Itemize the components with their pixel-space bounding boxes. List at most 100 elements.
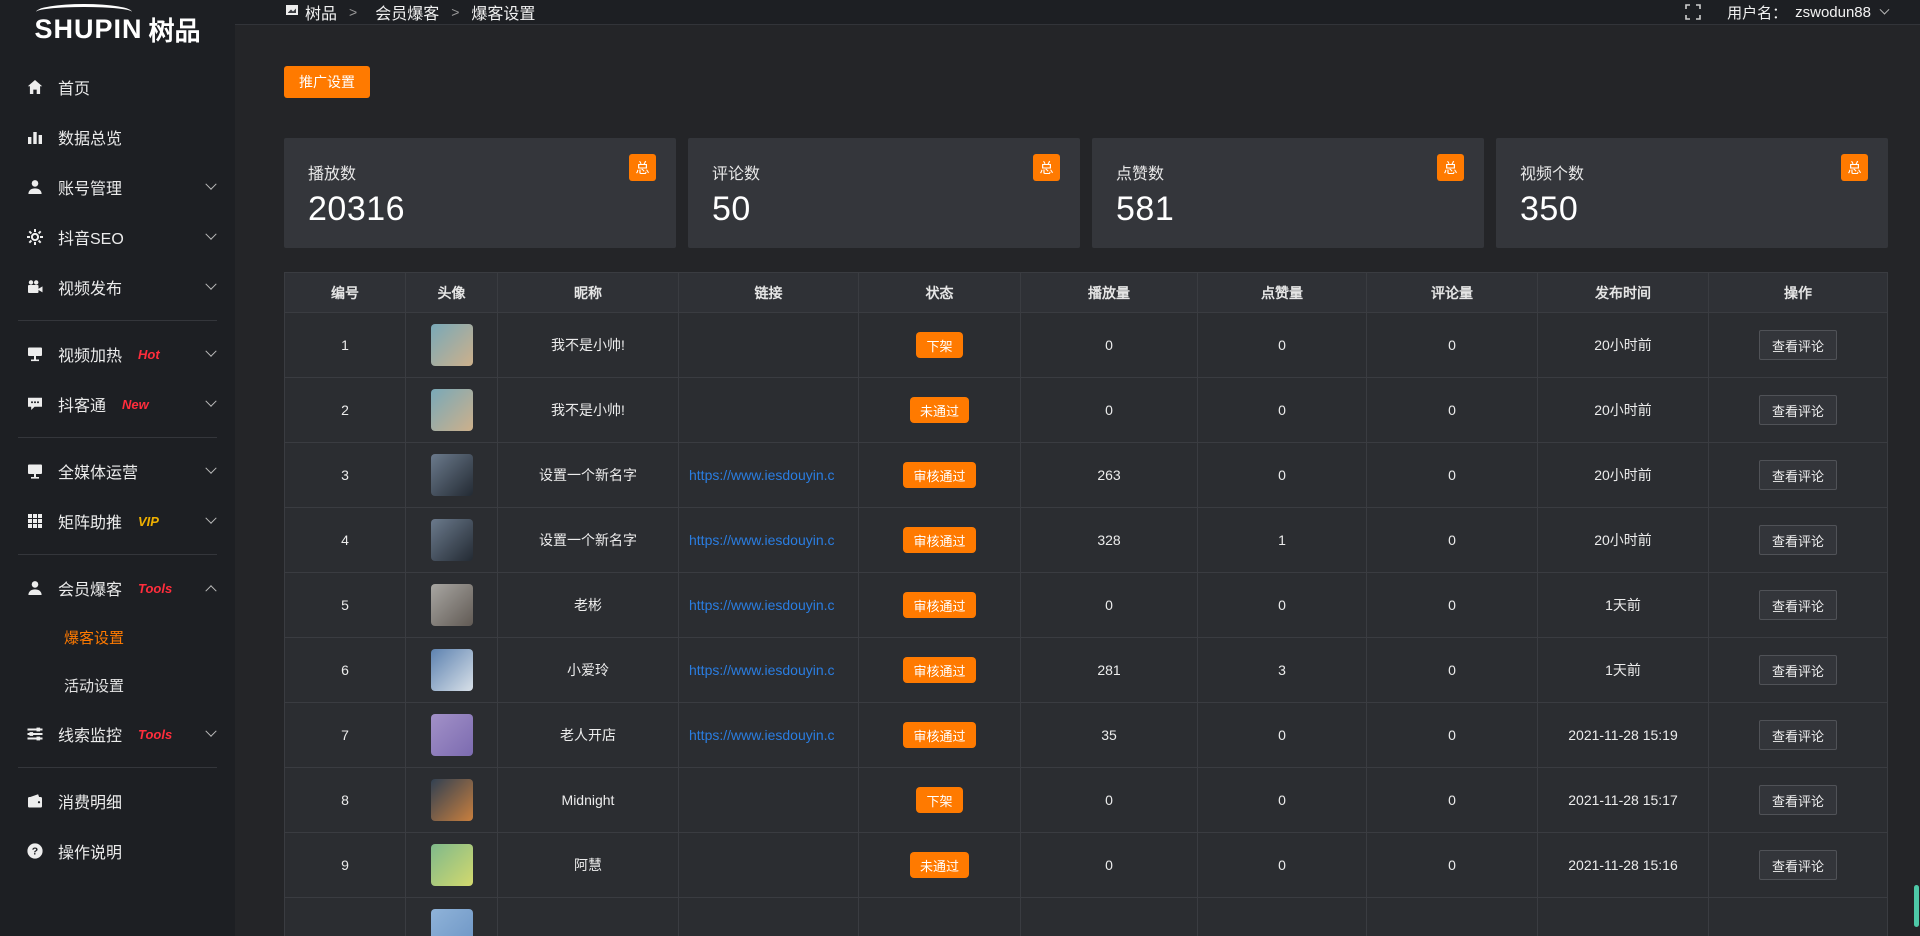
stat-value: 350 [1520,190,1868,229]
stat-value: 581 [1116,190,1464,229]
status-badge[interactable]: 下架 [916,332,962,358]
cell-comments: 0 [1367,378,1538,442]
cell-likes: 0 [1198,313,1367,377]
sidebar-item-account-management[interactable]: 账号管理 [0,162,235,212]
sidebar-item-consumption-detail[interactable]: 消费明细 [0,776,235,826]
table-row: 9阿慧未通过0002021-11-28 15:16查看评论 [285,832,1887,897]
cell-id [285,898,406,936]
sidebar-item-video-heating[interactable]: 视频加热Hot [0,329,235,379]
view-comments-button[interactable]: 查看评论 [1759,460,1837,490]
stat-label: 视频个数 [1520,160,1868,184]
sidebar-subitem-activity-settings[interactable]: 活动设置 [0,661,235,709]
video-link[interactable]: https://www.iesdouyin.c [689,662,835,678]
cell-plays: 281 [1021,638,1198,702]
cell-likes: 1 [1198,508,1367,572]
cell-nickname: 设置一个新名字 [498,508,679,572]
view-comments-button[interactable]: 查看评论 [1759,590,1837,620]
chevron-up-icon [205,585,216,596]
sidebar-item-label: 首页 [58,75,90,99]
cell-avatar [406,508,498,572]
status-badge[interactable]: 审核通过 [903,462,975,488]
breadcrumb-item-baoke-settings[interactable]: 爆客设置 [471,0,535,24]
user-icon [26,178,44,196]
cell-likes: 3 [1198,638,1367,702]
cell-plays: 0 [1021,573,1198,637]
status-badge[interactable]: 未通过 [910,397,969,423]
sidebar-item-douketong[interactable]: 抖客通New [0,379,235,429]
sidebar-subitem-baoke-settings[interactable]: 爆客设置 [0,613,235,661]
home-icon [26,78,44,96]
scrollbar-thumb[interactable] [1914,885,1919,927]
cell-status: 审核通过 [859,573,1021,637]
sidebar-item-label: 矩阵助推 [58,509,122,533]
view-comments-button[interactable]: 查看评论 [1759,655,1837,685]
view-comments-button[interactable]: 查看评论 [1759,330,1837,360]
user-menu[interactable]: 用户名：zswodun88 [1727,2,1888,23]
status-badge[interactable]: 审核通过 [903,527,975,553]
column-header: 评论量 [1367,273,1538,312]
logo-cjk: 树品 [149,11,201,48]
cell-status: 审核通过 [859,703,1021,767]
status-badge[interactable]: 下架 [916,787,962,813]
breadcrumb-item-shupin[interactable]: 树品 [285,0,337,24]
video-link[interactable]: https://www.iesdouyin.c [689,727,835,743]
view-comments-button[interactable]: 查看评论 [1759,850,1837,880]
cell-status: 未通过 [859,378,1021,442]
sidebar-item-operation-guide[interactable]: ?操作说明 [0,826,235,876]
cell-comments: 0 [1367,443,1538,507]
view-comments-button[interactable]: 查看评论 [1759,525,1837,555]
sidebar-item-home[interactable]: 首页 [0,62,235,112]
username-label: 用户名： [1727,2,1787,23]
cell-link [679,378,859,442]
video-link[interactable]: https://www.iesdouyin.c [689,532,835,548]
breadcrumb-separator: > [349,4,357,20]
fullscreen-icon[interactable] [1685,4,1701,20]
sidebar-item-matrix-boost[interactable]: 矩阵助推VIP [0,496,235,546]
cell-likes: 0 [1198,768,1367,832]
chevron-down-icon [205,229,216,240]
sidebar-item-label: 抖客通 [58,392,106,416]
avatar [431,389,473,431]
breadcrumb-item-member-baoke[interactable]: 会员爆客 [369,0,439,24]
sidebar-menu: 首页数据总览账号管理抖音SEO视频发布视频加热Hot抖客通New全媒体运营矩阵助… [0,58,235,876]
cell-nickname [498,898,679,936]
sidebar-item-data-overview[interactable]: 数据总览 [0,112,235,162]
avatar [431,909,473,936]
status-badge[interactable]: 审核通过 [903,592,975,618]
cell-status: 审核通过 [859,638,1021,702]
sidebar-item-clue-monitor[interactable]: 线索监控Tools [0,709,235,759]
view-comments-button[interactable]: 查看评论 [1759,395,1837,425]
promo-settings-button[interactable]: 推广设置 [284,66,370,98]
cell-avatar [406,833,498,897]
sidebar-badge-tools: Tools [138,727,172,742]
sidebar-item-member-baoke[interactable]: 会员爆客Tools [0,563,235,613]
cell-status: 审核通过 [859,508,1021,572]
cell-action: 查看评论 [1709,443,1887,507]
cell-likes [1198,898,1367,936]
video-link[interactable]: https://www.iesdouyin.c [689,597,835,613]
sidebar-item-all-media-operation[interactable]: 全媒体运营 [0,446,235,496]
view-comments-button[interactable]: 查看评论 [1759,785,1837,815]
status-badge[interactable]: 审核通过 [903,722,975,748]
avatar [431,649,473,691]
app-logo[interactable]: SHUPIN 树品 [0,0,235,58]
sidebar-item-video-publish[interactable]: 视频发布 [0,262,235,312]
sliders-icon [26,725,44,743]
video-link[interactable]: https://www.iesdouyin.c [689,467,835,483]
cell-comments: 0 [1367,638,1538,702]
avatar [431,454,473,496]
cell-nickname: 设置一个新名字 [498,443,679,507]
chevron-down-icon [1880,4,1890,14]
view-comments-button[interactable]: 查看评论 [1759,720,1837,750]
stat-card: 播放数20316总 [284,138,676,248]
cell-publish-time [1538,898,1709,936]
chevron-down-icon [205,726,216,737]
cell-nickname: 小爱玲 [498,638,679,702]
sidebar-item-douyin-seo[interactable]: 抖音SEO [0,212,235,262]
cell-plays: 0 [1021,378,1198,442]
cell-nickname: 阿慧 [498,833,679,897]
cell-link: https://www.iesdouyin.c [679,703,859,767]
monitor-icon [26,462,44,480]
status-badge[interactable]: 审核通过 [903,657,975,683]
status-badge[interactable]: 未通过 [910,852,969,878]
